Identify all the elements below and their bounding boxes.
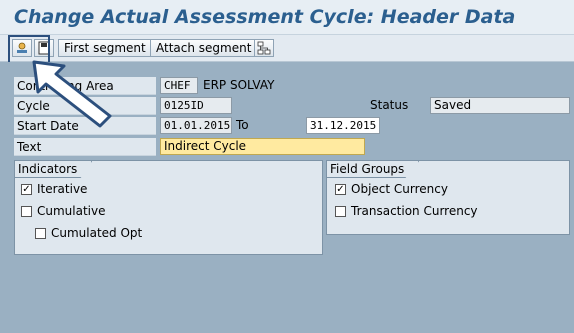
status-label: Status	[370, 98, 409, 112]
attach-segment-button[interactable]: Attach segment	[150, 39, 258, 57]
start-date-field[interactable]: 01.01.2015	[160, 117, 232, 134]
cycle-field[interactable]: 0125ID	[160, 97, 232, 114]
transaction-currency-label: Transaction Currency	[351, 204, 478, 218]
cumulative-label: Cumulative	[37, 204, 106, 218]
end-date-field[interactable]: 31.12.2015	[306, 117, 380, 134]
text-label: Text	[14, 138, 156, 156]
iterative-checkbox[interactable]: ✓	[21, 184, 32, 195]
object-currency-checkbox[interactable]: ✓	[335, 184, 346, 195]
controlling-area-field[interactable]: CHEF	[160, 77, 198, 94]
iterative-label: Iterative	[37, 182, 88, 196]
hierarchy-icon	[257, 41, 271, 55]
cumulative-checkbox[interactable]	[21, 206, 32, 217]
transaction-currency-checkbox[interactable]	[335, 206, 346, 217]
cumulated-opt-label: Cumulated Opt	[51, 226, 143, 240]
text-field[interactable]: Indirect Cycle	[160, 138, 365, 155]
controlling-area-description: ERP SOLVAY	[203, 78, 275, 92]
hierarchy-button[interactable]	[254, 39, 274, 57]
title-bar: Change Actual Assessment Cycle: Header D…	[0, 0, 574, 35]
indicators-group-title: Indicators	[15, 161, 93, 178]
field-groups-group: Field Groups ✓ Object Currency Transacti…	[326, 160, 570, 235]
object-currency-label: Object Currency	[351, 182, 448, 196]
cumulated-opt-checkbox[interactable]	[35, 228, 46, 239]
to-label: To	[236, 118, 249, 132]
annotation-arrow-icon	[32, 60, 112, 128]
indicators-group: Indicators ✓ Iterative Cumulative Cumula…	[14, 160, 323, 255]
first-segment-button[interactable]: First segment	[58, 39, 152, 57]
status-field: Saved	[430, 97, 570, 114]
field-groups-group-title: Field Groups	[327, 161, 420, 178]
page-title: Change Actual Assessment Cycle: Header D…	[14, 6, 516, 28]
